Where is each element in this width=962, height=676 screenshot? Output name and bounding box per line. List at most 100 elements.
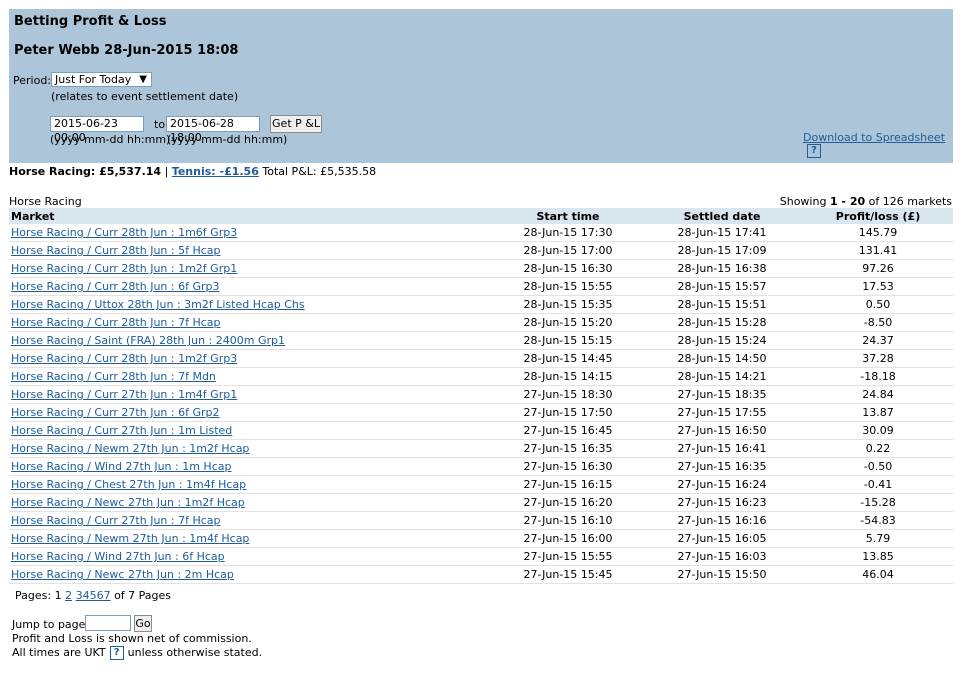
table-row: Horse Racing / Uttox 28th Jun : 3m2f Lis… [9,295,953,314]
market-link[interactable]: Horse Racing / Wind 27th Jun : 1m Hcap [11,460,231,473]
get-pl-button[interactable]: Get P &L [270,115,322,133]
page-title: Betting Profit & Loss [14,14,167,29]
market-cell: Horse Racing / Curr 28th Jun : 7f Mdn [9,367,495,386]
market-link[interactable]: Horse Racing / Curr 27th Jun : 7f Hcap [11,514,221,527]
profit-loss-cell: -8.50 [803,313,953,332]
timezone-note: All times are UKT? unless otherwise state… [12,646,262,660]
profit-loss-cell: 13.87 [803,403,953,422]
page-link[interactable]: 3 [76,589,83,602]
period-note: (relates to event settlement date) [51,90,239,103]
market-link[interactable]: Horse Racing / Saint (FRA) 28th Jun : 24… [11,334,285,347]
start-time-cell: 28-Jun-15 16:30 [495,259,641,278]
settled-date-cell: 27-Jun-15 16:35 [641,457,803,476]
profit-loss-cell: 46.04 [803,565,953,584]
market-link[interactable]: Horse Racing / Curr 28th Jun : 1m2f Grp1 [11,262,237,275]
download-label: Download to Spreadsheet [803,131,946,144]
settled-date-cell: 27-Jun-15 16:24 [641,475,803,494]
go-button[interactable]: Go [134,615,152,632]
market-link[interactable]: Horse Racing / Curr 28th Jun : 1m6f Grp3 [11,226,237,239]
page-link[interactable]: 2 [65,589,72,602]
total-value: £5,535.58 [320,165,377,178]
page-link[interactable]: 7 [104,589,111,602]
table-row: Horse Racing / Curr 28th Jun : 7f Mdn 28-… [9,367,953,386]
market-link[interactable]: Horse Racing / Curr 28th Jun : 6f Grp3 [11,280,219,293]
page-link[interactable]: 5 [90,589,97,602]
market-cell: Horse Racing / Newm 27th Jun : 1m2f Hcap [9,439,495,458]
user-datetime: Peter Webb 28-Jun-2015 18:08 [14,43,239,58]
profit-loss-cell: 0.22 [803,439,953,458]
table-row: Horse Racing / Newm 27th Jun : 1m2f Hcap… [9,439,953,458]
download-spreadsheet-link[interactable]: Download to Spreadsheet? [803,131,953,158]
start-time-cell: 28-Jun-15 15:15 [495,331,641,350]
table-row: Horse Racing / Newc 27th Jun : 2m Hcap 27… [9,565,953,584]
period-label: Period: [13,74,52,87]
profit-loss-cell: -54.83 [803,511,953,530]
table-row: Horse Racing / Curr 27th Jun : 6f Grp2 27… [9,403,953,422]
market-cell: Horse Racing / Curr 28th Jun : 7f Hcap [9,313,495,332]
settled-date-cell: 28-Jun-15 17:41 [641,224,803,242]
jump-label: Jump to page: [12,618,90,631]
market-cell: Horse Racing / Curr 27th Jun : 6f Grp2 [9,403,495,422]
settled-date-cell: 27-Jun-15 16:05 [641,529,803,548]
date-to-input[interactable]: 2015-06-28 18:00 [166,116,260,144]
profit-loss-cell: -0.41 [803,475,953,494]
market-link[interactable]: Horse Racing / Curr 27th Jun : 1m Listed [11,424,232,437]
help-icon[interactable]: ? [109,646,124,660]
jump-page-input[interactable] [85,615,131,631]
start-time-cell: 28-Jun-15 17:30 [495,224,641,242]
market-link[interactable]: Horse Racing / Curr 28th Jun : 1m2f Grp3 [11,352,237,365]
market-link[interactable]: Horse Racing / Chest 27th Jun : 1m4f Hca… [11,478,246,491]
market-link[interactable]: Horse Racing / Newc 27th Jun : 1m2f Hcap [11,496,245,509]
start-time-cell: 27-Jun-15 16:10 [495,511,641,530]
market-link[interactable]: Horse Racing / Newm 27th Jun : 1m4f Hcap [11,532,249,545]
settled-date-cell: 28-Jun-15 15:57 [641,277,803,296]
column-header-profit-loss: Profit/loss (£) [803,208,953,224]
table-row: Horse Racing / Curr 28th Jun : 1m2f Grp1… [9,259,953,278]
market-link[interactable]: Horse Racing / Uttox 28th Jun : 3m2f Lis… [11,298,305,311]
market-link[interactable]: Horse Racing / Newm 27th Jun : 1m2f Hcap [11,442,249,455]
current-page: 1 [54,589,62,602]
column-header-market: Market [9,208,495,224]
page-link[interactable]: 4 [83,589,90,602]
timezone-note-prefix: All times are UKT [12,646,106,659]
settled-date-cell: 28-Jun-15 14:21 [641,367,803,386]
showing-prefix: Showing [779,195,827,208]
table-row: Horse Racing / Curr 28th Jun : 1m6f Grp3… [9,224,953,242]
settled-date-cell: 28-Jun-15 15:28 [641,313,803,332]
tennis-total-link[interactable]: Tennis: -£1.56 [172,165,259,178]
table-row: Horse Racing / Wind 27th Jun : 1m Hcap 27… [9,457,953,476]
start-time-cell: 28-Jun-15 17:00 [495,241,641,260]
profit-loss-cell: 24.37 [803,331,953,350]
table-row: Horse Racing / Chest 27th Jun : 1m4f Hca… [9,475,953,494]
market-link[interactable]: Horse Racing / Newc 27th Jun : 2m Hcap [11,568,234,581]
table-row: Horse Racing / Wind 27th Jun : 6f Hcap 27… [9,547,953,566]
start-time-cell: 27-Jun-15 16:45 [495,421,641,440]
start-time-cell: 27-Jun-15 15:45 [495,565,641,584]
markets-table: Market Start time Settled date Profit/lo… [9,208,953,584]
market-cell: Horse Racing / Curr 27th Jun : 1m Listed [9,421,495,440]
help-icon[interactable]: ? [807,144,821,158]
market-link[interactable]: Horse Racing / Curr 28th Jun : 7f Mdn [11,370,216,383]
market-link[interactable]: Horse Racing / Wind 27th Jun : 6f Hcap [11,550,225,563]
profit-loss-cell: 37.28 [803,349,953,368]
date-from-input[interactable]: 2015-06-23 00:00 [50,116,144,144]
market-link[interactable]: Horse Racing / Curr 28th Jun : 7f Hcap [11,316,221,329]
total-label: Total P&L: [262,165,317,178]
table-header-row: Market Start time Settled date Profit/lo… [9,208,953,224]
market-link[interactable]: Horse Racing / Curr 27th Jun : 6f Grp2 [11,406,219,419]
table-row: Horse Racing / Curr 27th Jun : 7f Hcap 27… [9,511,953,530]
start-time-cell: 28-Jun-15 15:20 [495,313,641,332]
start-time-cell: 27-Jun-15 16:20 [495,493,641,512]
start-time-cell: 27-Jun-15 16:15 [495,475,641,494]
page-link[interactable]: 6 [97,589,104,602]
settled-date-cell: 27-Jun-15 17:55 [641,403,803,422]
market-link[interactable]: Horse Racing / Curr 28th Jun : 5f Hcap [11,244,221,257]
start-time-cell: 28-Jun-15 14:15 [495,367,641,386]
profit-loss-cell: 13.85 [803,547,953,566]
period-select[interactable]: Just For Today ▼ [51,72,152,87]
market-cell: Horse Racing / Curr 28th Jun : 1m2f Grp1 [9,259,495,278]
table-row: Horse Racing / Curr 27th Jun : 1m Listed… [9,421,953,440]
market-link[interactable]: Horse Racing / Curr 27th Jun : 1m4f Grp1 [11,388,237,401]
market-cell: Horse Racing / Chest 27th Jun : 1m4f Hca… [9,475,495,494]
start-time-cell: 27-Jun-15 15:55 [495,547,641,566]
